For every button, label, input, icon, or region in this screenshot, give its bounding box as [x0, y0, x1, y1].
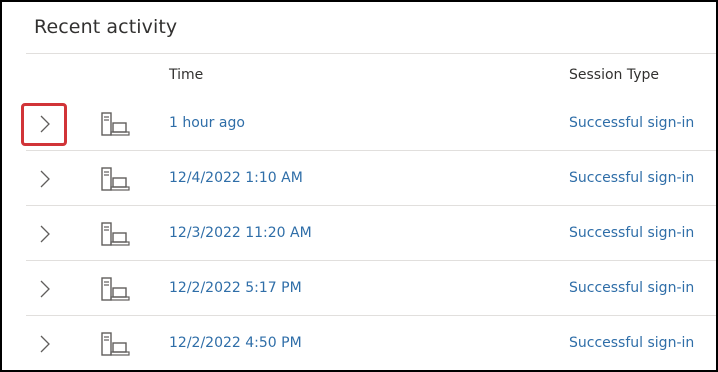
session-type-link[interactable]: Successful sign-in [569, 225, 694, 241]
session-type-link[interactable]: Successful sign-in [569, 335, 694, 351]
time-column-header: Time [169, 67, 204, 83]
recent-activity-panel: Recent activity Time Session Type 1 hour… [0, 0, 718, 372]
computer-icon [101, 112, 130, 136]
computer-icon [101, 277, 130, 301]
activity-time-link[interactable]: 12/3/2022 11:20 AM [169, 225, 312, 241]
session-type-link[interactable]: Successful sign-in [569, 115, 694, 131]
activity-time-link[interactable]: 12/4/2022 1:10 AM [169, 170, 303, 186]
table-row: 12/4/2022 1:10 AM Successful sign-in [2, 152, 716, 207]
row-divider [26, 205, 716, 206]
expand-row-button[interactable] [26, 274, 62, 304]
session-type-link[interactable]: Successful sign-in [569, 280, 694, 296]
table-row: 12/2/2022 5:17 PM Successful sign-in [2, 262, 716, 317]
computer-icon [101, 332, 130, 356]
row-divider [26, 260, 716, 261]
expand-row-button[interactable] [26, 219, 62, 249]
row-divider [26, 315, 716, 316]
chevron-right-icon [40, 115, 50, 133]
chevron-right-icon [40, 280, 50, 298]
session-type-column-header: Session Type [569, 67, 660, 83]
activity-time-link[interactable]: 12/2/2022 4:50 PM [169, 335, 302, 351]
chevron-right-icon [40, 170, 50, 188]
table-row: 1 hour ago Successful sign-in [2, 97, 716, 152]
session-type-link[interactable]: Successful sign-in [569, 170, 694, 186]
section-title: Recent activity [34, 16, 178, 38]
activity-time-link[interactable]: 12/2/2022 5:17 PM [169, 280, 302, 296]
table-header: Time Session Type [2, 54, 716, 94]
chevron-right-icon [40, 335, 50, 353]
activity-time-link[interactable]: 1 hour ago [169, 115, 245, 131]
table-row: 12/2/2022 4:50 PM Successful sign-in [2, 317, 716, 370]
row-divider [26, 150, 716, 151]
computer-icon [101, 167, 130, 191]
expand-row-button[interactable] [26, 164, 62, 194]
chevron-right-icon [40, 225, 50, 243]
expand-row-button[interactable] [26, 329, 62, 359]
table-row: 12/3/2022 11:20 AM Successful sign-in [2, 207, 716, 262]
expand-row-button[interactable] [26, 109, 62, 139]
computer-icon [101, 222, 130, 246]
